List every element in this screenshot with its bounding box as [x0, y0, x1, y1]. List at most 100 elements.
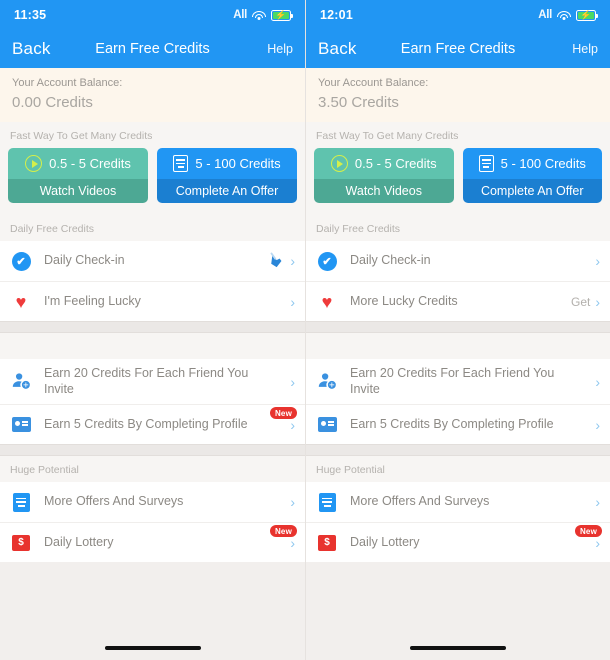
list-item-label: Earn 20 Credits For Each Friend You Invi…	[350, 366, 555, 396]
section-list: Earn 20 Credits For Each Friend You Invi…	[306, 359, 610, 445]
list-item-right: ›	[595, 254, 600, 268]
home-indicator[interactable]	[410, 646, 506, 650]
home-indicator[interactable]	[104, 646, 201, 650]
check-circle-icon: ✔	[10, 250, 32, 272]
promo-card-label: Complete An Offer	[462, 179, 602, 203]
list-item[interactable]: $ Daily Lottery › New	[306, 522, 610, 562]
back-button[interactable]: Back	[12, 39, 51, 59]
chevron-right-icon: ›	[595, 494, 600, 511]
section-separator	[0, 321, 305, 333]
promo-card-credits: 5 - 100 Credits	[195, 156, 281, 171]
list-item[interactable]: Earn 20 Credits For Each Friend You Invi…	[0, 359, 305, 404]
list-item[interactable]: Earn 20 Credits For Each Friend You Invi…	[306, 359, 610, 404]
chevron-right-icon: ›	[290, 253, 295, 269]
chevron-right-icon: ›	[290, 293, 295, 310]
promo-card-label: Watch Videos	[314, 179, 454, 203]
list-item-label: More Lucky Credits	[350, 293, 458, 308]
section-list: Earn 20 Credits For Each Friend You Invi…	[0, 359, 305, 445]
list-item-label: Earn 5 Credits By Completing Profile	[350, 416, 554, 431]
document-icon	[478, 155, 494, 172]
doc-line	[16, 501, 26, 504]
heart-icon: ♥	[10, 291, 32, 313]
list-item[interactable]: $ Daily Lottery › New	[0, 522, 305, 562]
check-circle-icon: ✔	[316, 250, 338, 272]
list-item[interactable]: More Offers And Surveys ›	[306, 482, 610, 522]
status-bar: 11:35 All ⚡	[0, 0, 305, 30]
list-item-label: Daily Lottery	[350, 534, 420, 549]
promo-card-watch-videos[interactable]: 0.5 - 5 Credits Watch Videos	[314, 148, 454, 203]
list-item-label: More Offers And Surveys	[44, 494, 184, 509]
id-card-icon	[10, 414, 32, 436]
promo-heading: Fast Way To Get Many Credits	[0, 122, 305, 148]
chevron-right-icon: ›	[595, 534, 600, 551]
charging-bolt-icon: ⚡	[580, 9, 592, 20]
promo-card-credits: 0.5 - 5 Credits	[354, 156, 437, 171]
play-circle-icon	[330, 155, 348, 172]
status-right: All ⚡	[233, 9, 293, 21]
list-item[interactable]: Earn 5 Credits By Completing Profile › New	[0, 404, 305, 444]
help-button[interactable]: Help	[267, 42, 293, 56]
list-item-right: ›	[290, 495, 295, 509]
id-card-glyph	[11, 417, 31, 433]
list-item-label: Earn 5 Credits By Completing Profile	[44, 416, 248, 431]
promo-card-complete-offer[interactable]: 5 - 100 Credits Complete An Offer	[462, 148, 602, 203]
chevron-right-icon: ›	[595, 293, 600, 310]
promo-card-credits: 0.5 - 5 Credits	[49, 156, 131, 171]
section-heading: Huge Potential	[0, 456, 305, 483]
id-card-icon	[316, 414, 338, 436]
list-item-right: ›	[290, 536, 295, 550]
new-badge: New	[269, 525, 297, 538]
money-glyph: $	[318, 534, 336, 551]
help-button[interactable]: Help	[572, 42, 598, 56]
home-indicator-area	[306, 608, 610, 660]
list-item-right: ›	[595, 495, 600, 509]
chevron-right-icon: ›	[595, 416, 600, 433]
heart-glyph: ♥	[321, 291, 333, 312]
balance-label: Your Account Balance:	[318, 77, 429, 89]
list-item[interactable]: ✔ Daily Check-in ›	[0, 241, 305, 281]
chevron-right-icon: ›	[290, 534, 295, 551]
list-item-action[interactable]: Get	[571, 295, 590, 309]
doc-line	[176, 162, 186, 165]
charging-bolt-icon: ⚡	[275, 9, 287, 20]
doc-line	[177, 166, 184, 168]
status-time: 11:35	[14, 8, 47, 22]
battery-charging-icon: ⚡	[271, 9, 293, 21]
wifi-icon	[557, 10, 571, 21]
section-separator	[0, 444, 305, 457]
person-add-glyph	[12, 371, 31, 393]
list-item[interactable]: ♥ More Lucky Credits Get ›	[306, 281, 610, 321]
list-item-right: ›	[290, 295, 295, 309]
section-list: More Offers And Surveys › $ Daily Lottery › N…	[306, 482, 610, 563]
list-item[interactable]: ♥ I'm Feeling Lucky ›	[0, 281, 305, 321]
carrier-label: All	[233, 9, 247, 21]
section-separator	[306, 321, 610, 333]
account-balance-panel: Your Account Balance: 0.00 Credits	[0, 68, 305, 122]
status-bar: 12:01 All ⚡	[306, 0, 610, 30]
check-circle-glyph: ✔	[317, 251, 337, 271]
balance-value: 0.00 Credits	[12, 94, 93, 111]
list-item-right: ›	[290, 375, 295, 389]
person-add-glyph	[318, 371, 337, 393]
money-icon: $	[316, 532, 338, 554]
promo-card-complete-offer[interactable]: 5 - 100 Credits Complete An Offer	[157, 148, 297, 203]
document-icon	[173, 155, 189, 172]
list-item[interactable]: ✔ Daily Check-in ›	[306, 241, 610, 281]
list-item-label: Earn 20 Credits For Each Friend You Invi…	[44, 366, 249, 396]
doc-line	[176, 159, 186, 161]
back-button[interactable]: Back	[318, 39, 357, 59]
balance-label: Your Account Balance:	[12, 77, 123, 89]
play-circle-icon	[25, 155, 43, 172]
promo-card-credits-row: 5 - 100 Credits	[462, 148, 602, 179]
doc-line	[481, 159, 491, 161]
section-list: ✔ Daily Check-in › ♥ I'm Feeling Lucky ›	[0, 241, 305, 321]
list-item-right: ›	[267, 251, 295, 271]
section-heading: Huge Potential	[306, 456, 610, 483]
promo-card-watch-videos[interactable]: 0.5 - 5 Credits Watch Videos	[8, 148, 148, 203]
promo-cards: 0.5 - 5 Credits Watch Videos 5 - 100 Credi…	[0, 148, 305, 215]
list-item[interactable]: More Offers And Surveys ›	[0, 482, 305, 522]
doc-line	[16, 497, 26, 500]
list-item-label: I'm Feeling Lucky	[44, 293, 141, 308]
list-item-right: ›	[595, 418, 600, 432]
list-item[interactable]: Earn 5 Credits By Completing Profile ›	[306, 404, 610, 444]
